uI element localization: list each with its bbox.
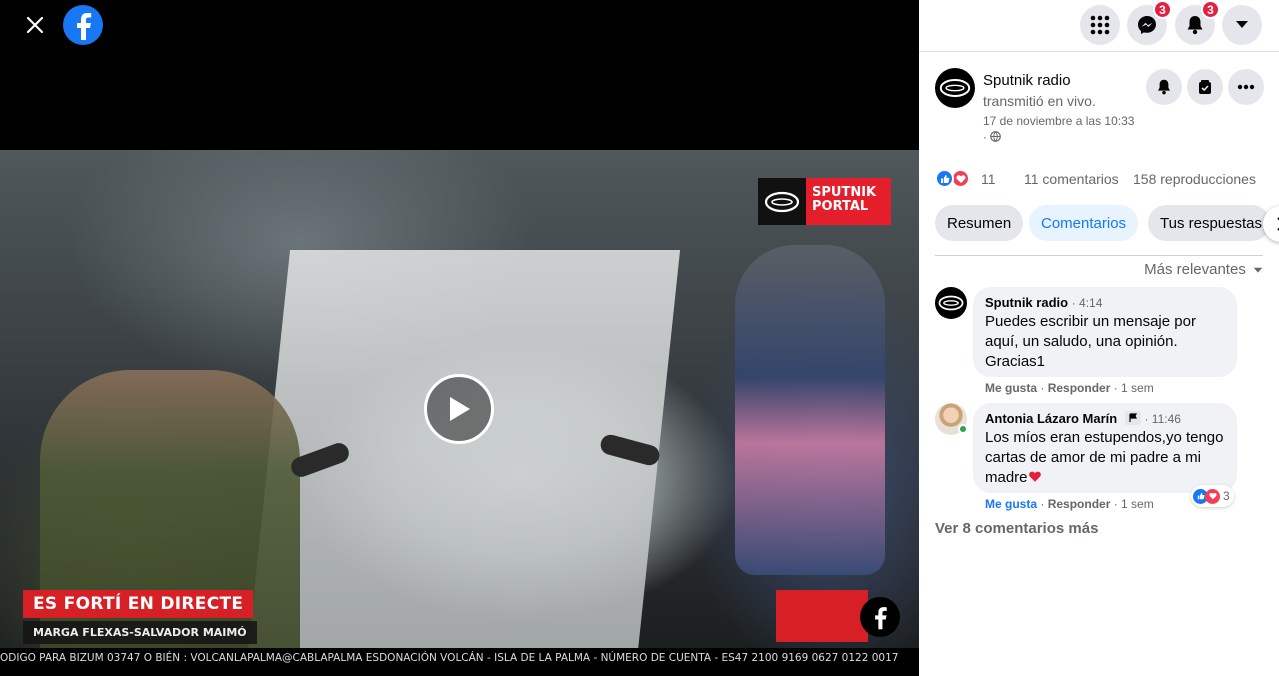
like-comment-button[interactable]: Me gusta — [985, 497, 1037, 511]
facebook-logo-icon[interactable] — [63, 5, 103, 45]
more-options-button[interactable] — [1228, 69, 1264, 105]
separator-dot: · — [983, 130, 987, 144]
sputnik-logo-icon — [938, 295, 964, 311]
comment-age[interactable]: 1 sem — [1121, 381, 1154, 395]
post-stats: 11 11 comentarios 158 reproducciones — [935, 168, 1265, 190]
comment-text-content: Los míos eran estupendos,yo tengo cartas… — [985, 429, 1224, 486]
save-button[interactable] — [1187, 69, 1223, 105]
post-action-text: transmitió en vivo. — [983, 93, 1096, 109]
comment-text: Puedes escribir un mensaje por aquí, un … — [985, 313, 1196, 370]
comment-actions: Me gusta · Responder · 1 sem — [985, 381, 1154, 395]
comment-actions: Me gusta · Responder · 1 sem — [985, 497, 1154, 511]
more-horizontal-icon — [1237, 84, 1255, 90]
play-button[interactable] — [424, 374, 494, 444]
lower-third-title: ES FORTÍ EN DIRECTE — [23, 590, 254, 618]
messenger-icon — [1138, 16, 1156, 34]
comment-text: Los míos eran estupendos,yo tengo cartas… — [985, 428, 1225, 488]
messenger-button[interactable]: 3 — [1127, 0, 1172, 45]
online-status-dot — [958, 424, 968, 434]
comments-sort-dropdown[interactable]: Más relevantes — [935, 255, 1263, 278]
flag-badge-icon — [1124, 411, 1141, 425]
close-button[interactable] — [18, 8, 52, 42]
sputnik-portal-text: SPUTNIK PORTAL — [806, 178, 891, 225]
heart-emoji-icon — [1028, 471, 1041, 482]
comment-reactions[interactable]: 3 — [1191, 485, 1234, 507]
save-icon — [1199, 80, 1211, 94]
comment-avatar[interactable] — [935, 287, 967, 319]
post-date: 17 de noviembre a las 10:33 — [983, 114, 1135, 128]
views-count: 158 reproducciones — [1133, 171, 1256, 187]
post-tabs: Resumen Comentarios Tus respuestas — [935, 205, 1279, 242]
like-reaction-icon[interactable] — [935, 169, 954, 188]
like-comment-button[interactable]: Me gusta — [985, 381, 1037, 395]
comment-bubble: Sputnik radio · 4:14 Puedes escribir un … — [973, 287, 1237, 377]
post-header: Sputnik radio transmitió en vivo. 17 de … — [935, 68, 1264, 144]
host-right — [735, 245, 885, 575]
badge-line-2: PORTAL — [812, 199, 869, 214]
messenger-badge: 3 — [1153, 0, 1172, 19]
reply-comment-button[interactable]: Responder — [1048, 497, 1111, 511]
sort-label: Más relevantes — [1144, 261, 1246, 278]
caret-down-icon — [1253, 267, 1263, 273]
view-more-comments-link[interactable]: Ver 8 comentarios más — [935, 520, 1098, 537]
page-avatar[interactable] — [935, 68, 975, 108]
red-graphic — [776, 590, 868, 642]
comment-reaction-count: 3 — [1223, 489, 1230, 503]
tab-summary[interactable]: Resumen — [935, 205, 1024, 241]
comment-age[interactable]: 1 sem — [1121, 497, 1154, 511]
comment: Sputnik radio · 4:14 Puedes escribir un … — [935, 287, 1265, 395]
post-date-link[interactable]: 17 de noviembre a las 10:33 · — [983, 113, 1143, 145]
page-name-link[interactable]: Sputnik radio — [983, 72, 1071, 89]
tab-comments[interactable]: Comentarios — [1029, 205, 1139, 241]
tab-your-replies[interactable]: Tus respuestas — [1148, 205, 1270, 241]
grid-icon — [1090, 15, 1110, 35]
facebook-overlay-icon — [860, 597, 900, 637]
reactions-count[interactable]: 11 — [981, 171, 996, 187]
globe-icon — [990, 131, 1002, 142]
comment-author[interactable]: Antonia Lázaro Marín — [985, 411, 1117, 426]
love-reaction-icon — [1205, 488, 1220, 504]
notifications-badge: 3 — [1201, 0, 1220, 19]
follow-notifications-button[interactable] — [1146, 69, 1182, 105]
sputnik-portal-badge: SPUTNIK PORTAL — [758, 178, 891, 225]
sputnik-logo-icon — [758, 178, 806, 225]
lower-third-subtitle: MARGA FLEXAS-SALVADOR MAIMÓ — [23, 621, 257, 644]
close-icon — [26, 16, 44, 34]
bell-icon — [1158, 79, 1170, 95]
sputnik-logo-icon — [939, 79, 971, 97]
play-icon — [450, 397, 470, 421]
comment-time[interactable]: 4:14 — [1079, 296, 1102, 310]
top-bar: 3 3 — [919, 0, 1279, 52]
menu-button[interactable] — [1080, 5, 1120, 45]
badge-line-1: SPUTNIK — [812, 185, 877, 200]
post-sidebar: 3 3 Sputnik radio transmitió en vivo. 17… — [919, 0, 1279, 676]
notifications-button[interactable]: 3 — [1175, 0, 1220, 45]
news-ticker: ODIGO PARA BIZUM 03747 O BIÉN : VOLCANLA… — [0, 648, 919, 668]
bell-icon — [1187, 16, 1203, 35]
comment: Antonia Lázaro Marín · 11:46 Los míos er… — [935, 403, 1265, 513]
reply-comment-button[interactable]: Responder — [1048, 381, 1111, 395]
comment-bubble: Antonia Lázaro Marín · 11:46 Los míos er… — [973, 403, 1237, 493]
comment-author[interactable]: Sputnik radio — [985, 295, 1068, 310]
caret-down-icon — [1236, 21, 1248, 28]
video-viewer: SPUTNIK PORTAL ES FORTÍ EN DIRECTE MARGA… — [0, 0, 919, 676]
comments-count[interactable]: 11 comentarios — [1024, 171, 1119, 187]
comment-time[interactable]: 11:46 — [1152, 412, 1181, 426]
video-frame[interactable]: SPUTNIK PORTAL ES FORTÍ EN DIRECTE MARGA… — [0, 150, 919, 668]
account-button[interactable] — [1222, 5, 1262, 45]
